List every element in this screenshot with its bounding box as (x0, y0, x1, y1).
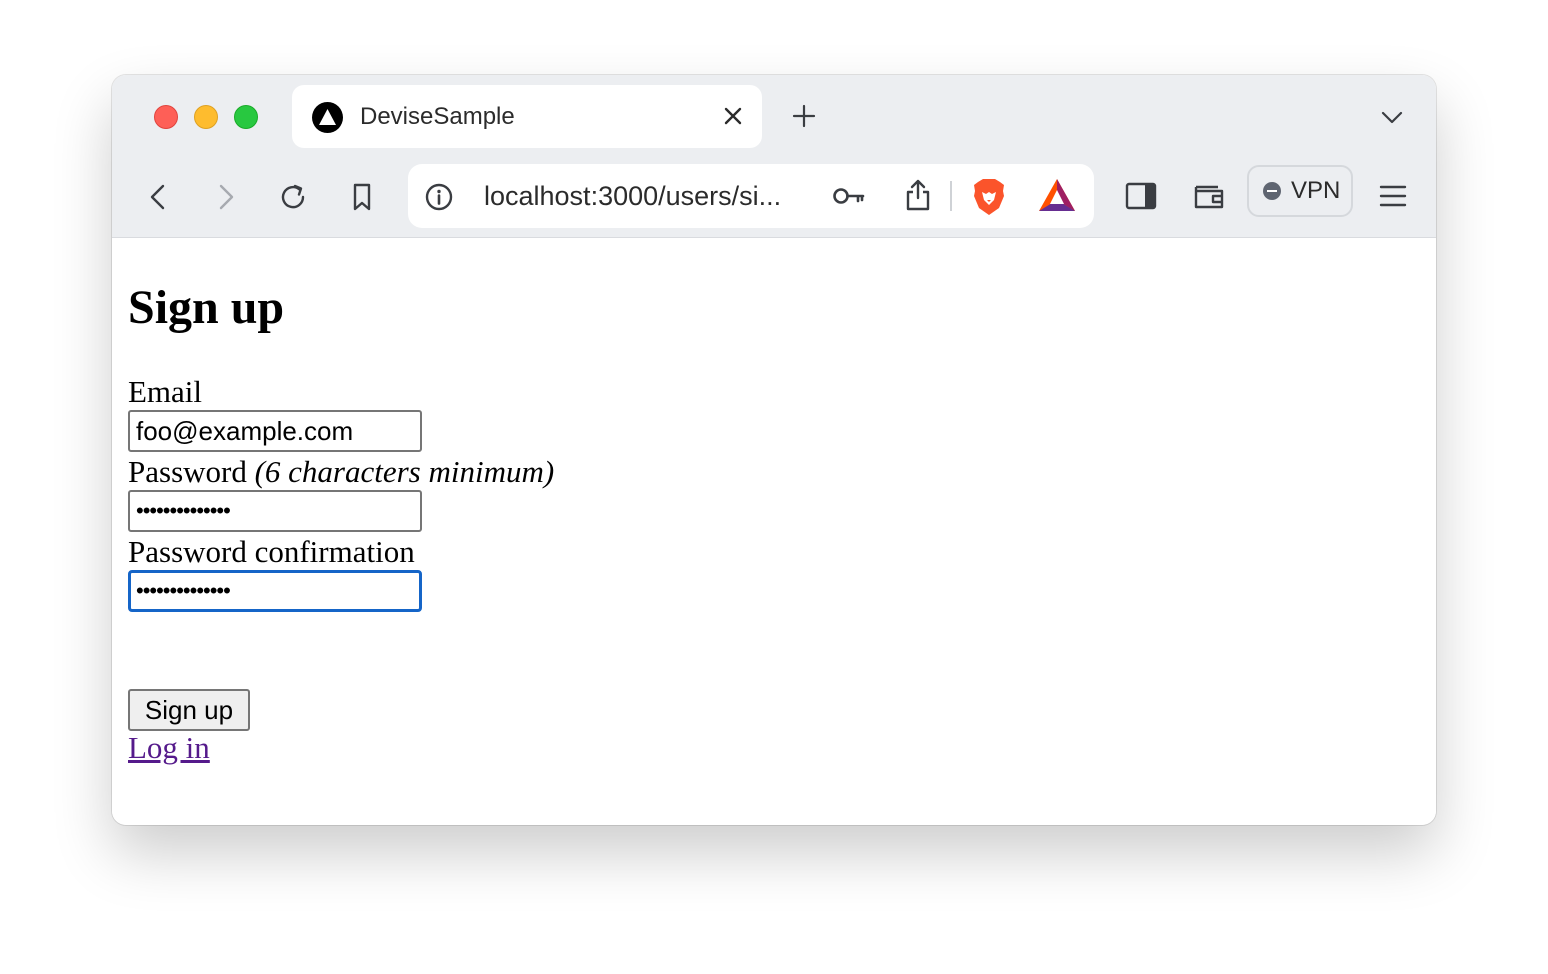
divider (950, 181, 952, 211)
sign-up-button[interactable]: Sign up (128, 689, 250, 731)
browser-window: DeviseSample localhost:3000/users/si... … (112, 75, 1436, 825)
vpn-status-icon (1263, 182, 1281, 200)
tab-strip: DeviseSample (112, 75, 1436, 157)
tab-devisesample[interactable]: DeviseSample (292, 85, 762, 148)
page-title: Sign up (128, 281, 285, 334)
email-label: Email (128, 374, 203, 409)
key-icon[interactable] (832, 184, 866, 208)
reload-icon[interactable] (278, 182, 308, 212)
forward-arrow-icon[interactable] (210, 182, 240, 212)
menu-icon[interactable] (1378, 181, 1408, 211)
triangle-logo-icon (312, 102, 343, 133)
close-tab-icon[interactable] (722, 105, 744, 127)
close-window-button[interactable] (154, 105, 178, 129)
password-confirmation-label: Password confirmation (128, 534, 415, 569)
browser-toolbar: localhost:3000/users/si... VPN (112, 157, 1436, 238)
password-confirmation-field[interactable]: •••••••••••••• (128, 570, 422, 612)
info-icon[interactable] (424, 182, 454, 212)
password-label: Password (128, 454, 247, 489)
url-text[interactable]: localhost:3000/users/si... (484, 181, 824, 212)
password-field[interactable]: •••••••••••••• (128, 490, 422, 532)
bat-triangle-icon[interactable] (1038, 178, 1076, 212)
vpn-label: VPN (1291, 177, 1341, 204)
tab-title: DeviseSample (360, 103, 515, 130)
log-in-link[interactable]: Log in (128, 730, 210, 766)
sidebar-icon[interactable] (1124, 179, 1158, 213)
brave-lion-icon[interactable] (972, 178, 1006, 216)
back-arrow-icon[interactable] (144, 182, 174, 212)
password-label-row: Password (6 characters minimum) (128, 454, 554, 490)
page-content: Sign up Email foo@example.com Password (… (112, 238, 1436, 825)
password-hint: (6 characters minimum) (254, 454, 555, 489)
zoom-window-button[interactable] (234, 105, 258, 129)
address-bar[interactable]: localhost:3000/users/si... (408, 164, 1094, 228)
new-tab-icon[interactable] (792, 104, 816, 128)
minimize-window-button[interactable] (194, 105, 218, 129)
share-icon[interactable] (904, 178, 932, 212)
vpn-button[interactable]: VPN (1247, 165, 1353, 217)
bookmark-icon[interactable] (347, 182, 377, 212)
chevron-down-icon[interactable] (1380, 105, 1404, 129)
email-field[interactable]: foo@example.com (128, 410, 422, 452)
wallet-icon[interactable] (1192, 179, 1226, 213)
